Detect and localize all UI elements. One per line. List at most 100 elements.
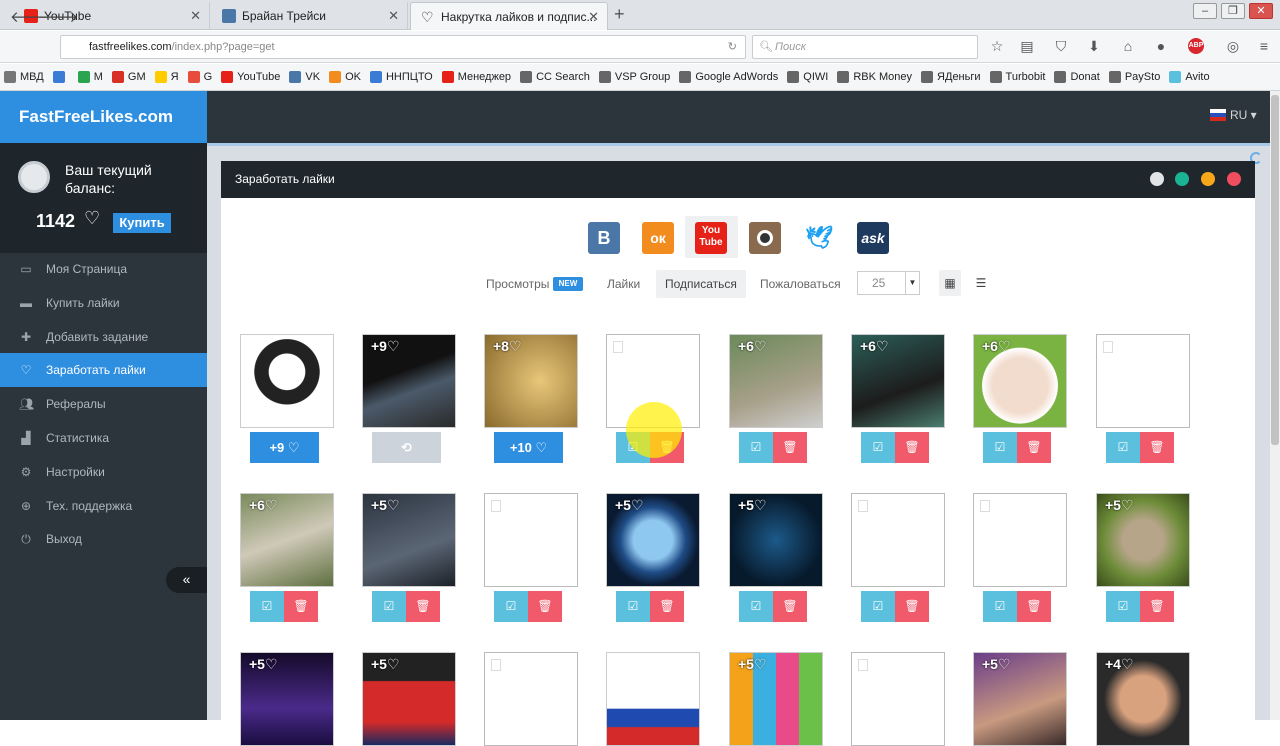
bookmark-item[interactable]: QIWI [787, 71, 828, 83]
twitter-icon[interactable]: 🕊︎ [803, 222, 835, 254]
bookmark-item[interactable]: Avito [1169, 71, 1210, 83]
task-thumbnail[interactable]: +5♡ [1096, 493, 1190, 587]
ask-icon[interactable]: ask [857, 222, 889, 254]
bookmark-item[interactable]: OK [329, 71, 361, 83]
confirm-button[interactable]: ☑ [494, 591, 528, 622]
task-thumbnail[interactable]: +5♡ [362, 652, 456, 746]
chat-icon[interactable]: ● [1153, 38, 1169, 54]
bookmark-item[interactable] [52, 71, 69, 83]
search-input[interactable]: 🔍︎ Поиск [752, 35, 978, 59]
close-window-button[interactable]: ✕ [1249, 3, 1273, 19]
confirm-button[interactable]: ☑ [1106, 591, 1140, 622]
delete-button[interactable]: 🗑︎ [895, 591, 929, 622]
delete-button[interactable]: 🗑︎ [773, 432, 807, 463]
sidebar-item[interactable]: ⊕ Тех. поддержка [0, 489, 207, 523]
bookmark-item[interactable]: PaySto [1108, 71, 1160, 83]
url-bar[interactable]: fastfreelikes.com/index.php?page=get ↻ [60, 35, 746, 59]
delete-button[interactable]: 🗑︎ [1017, 432, 1051, 463]
task-thumbnail[interactable]: +6♡ [240, 493, 334, 587]
star-icon[interactable]: ☆ [989, 38, 1005, 54]
confirm-button[interactable]: ☑ [861, 591, 895, 622]
confirm-button[interactable]: ☑ [861, 432, 895, 463]
delete-button[interactable]: 🗑︎ [528, 591, 562, 622]
panel-expand-icon[interactable] [1150, 172, 1164, 186]
panel-close-icon[interactable] [1227, 172, 1241, 186]
filter-subscribe[interactable]: Подписаться [656, 270, 746, 298]
grid-view-icon[interactable]: ▦ [939, 270, 961, 296]
clipboard-icon[interactable]: ▤ [1019, 38, 1035, 54]
maximize-button[interactable]: ❐ [1221, 3, 1245, 19]
bookmark-item[interactable]: ННПЦТО [369, 71, 433, 83]
bookmark-item[interactable]: YouTube [221, 71, 280, 83]
bookmark-item[interactable]: Donat [1054, 71, 1100, 83]
task-thumbnail[interactable]: +6♡ [729, 334, 823, 428]
sidebar-item[interactable]: ⏻ Выход [0, 522, 207, 556]
pocket-icon[interactable]: ⛉ [1053, 38, 1069, 54]
earn-button[interactable]: +9 ♡ [250, 432, 319, 463]
bookmark-item[interactable]: VSP Group [598, 71, 670, 83]
delete-button[interactable]: 🗑︎ [406, 591, 440, 622]
sidebar-item[interactable]: ♡ Заработать лайки [0, 353, 207, 388]
task-thumbnail[interactable] [484, 652, 578, 746]
task-thumbnail[interactable]: +5♡ [729, 493, 823, 587]
delete-button[interactable]: 🗑︎ [1140, 432, 1174, 463]
task-thumbnail[interactable] [851, 493, 945, 587]
task-thumbnail[interactable] [1096, 334, 1190, 428]
list-view-icon[interactable]: ☰ [972, 270, 990, 296]
task-thumbnail[interactable] [851, 652, 945, 746]
bookmark-item[interactable]: GM [111, 71, 146, 83]
delete-button[interactable]: 🗑︎ [284, 591, 318, 622]
pending-button[interactable]: ⟲ [372, 432, 441, 463]
task-thumbnail[interactable]: +5♡ [973, 652, 1067, 746]
bookmark-item[interactable]: VK [289, 71, 320, 83]
task-thumbnail[interactable] [973, 493, 1067, 587]
close-icon[interactable]: ✕ [588, 9, 599, 25]
odnoklassniki-icon[interactable]: ок [642, 222, 674, 254]
confirm-button[interactable]: ☑ [739, 591, 773, 622]
bookmark-item[interactable]: CC Search [520, 71, 590, 83]
sidebar-item[interactable]: 👥︎ Рефералы [0, 387, 207, 421]
bookmark-item[interactable]: RBK Money [837, 71, 912, 83]
task-thumbnail[interactable]: +5♡ [240, 652, 334, 746]
close-icon[interactable]: ✕ [388, 8, 399, 24]
delete-button[interactable]: 🗑︎ [773, 591, 807, 622]
vk-icon[interactable]: В [588, 222, 620, 254]
per-page-select[interactable]: 25 ▼ [857, 271, 920, 295]
adblock-icon[interactable]: ABP [1188, 38, 1204, 54]
instagram-icon[interactable] [749, 222, 781, 254]
task-thumbnail[interactable]: +6♡ [851, 334, 945, 428]
new-tab-button[interactable]: + [614, 4, 625, 25]
task-thumbnail[interactable]: +6♡ [973, 334, 1067, 428]
bookmark-item[interactable]: Turbobit [989, 71, 1045, 83]
confirm-button[interactable]: ☑ [372, 591, 406, 622]
sidebar-item[interactable]: ⚙ Настройки [0, 455, 207, 489]
bookmark-item[interactable]: G [187, 71, 212, 83]
earn-button[interactable]: +10 ♡ [494, 432, 563, 463]
youtube-icon[interactable]: You Tube [695, 222, 727, 254]
task-thumbnail[interactable] [606, 652, 700, 746]
task-thumbnail[interactable]: +9♡ [362, 334, 456, 428]
confirm-button[interactable]: ☑ [1106, 432, 1140, 463]
panel-minimize-icon[interactable] [1201, 172, 1215, 186]
sidebar-item[interactable]: ▬ Купить лайки [0, 286, 207, 320]
panel-reload-icon[interactable] [1175, 172, 1189, 186]
task-thumbnail[interactable]: +8♡ [484, 334, 578, 428]
delete-button[interactable]: 🗑︎ [895, 432, 929, 463]
confirm-button[interactable]: ☑ [616, 591, 650, 622]
confirm-button[interactable]: ☑ [250, 591, 284, 622]
bookmark-item[interactable]: M [77, 71, 103, 83]
browser-tab-active[interactable]: ♡ Накрутка лайков и подпис... ✕ [410, 2, 608, 30]
delete-button[interactable]: 🗑︎ [1017, 591, 1051, 622]
browser-tab-vk[interactable]: Брайан Трейси ✕ [212, 2, 408, 30]
task-thumbnail[interactable] [484, 493, 578, 587]
site-logo[interactable]: FastFreeLikes.com [0, 91, 207, 143]
reload-icon[interactable]: ↻ [728, 36, 737, 58]
task-thumbnail[interactable]: +5♡ [606, 493, 700, 587]
forward-icon[interactable]: 🡒 [38, 7, 78, 26]
sidebar-item[interactable]: ✚ Добавить задание [0, 320, 207, 354]
scrollbar-thumb[interactable] [1271, 95, 1279, 445]
bookmark-item[interactable]: ЯДеньги [921, 71, 981, 83]
delete-button[interactable]: 🗑︎ [650, 591, 684, 622]
close-icon[interactable]: ✕ [190, 8, 201, 24]
download-icon[interactable]: ⬇ [1086, 38, 1102, 54]
